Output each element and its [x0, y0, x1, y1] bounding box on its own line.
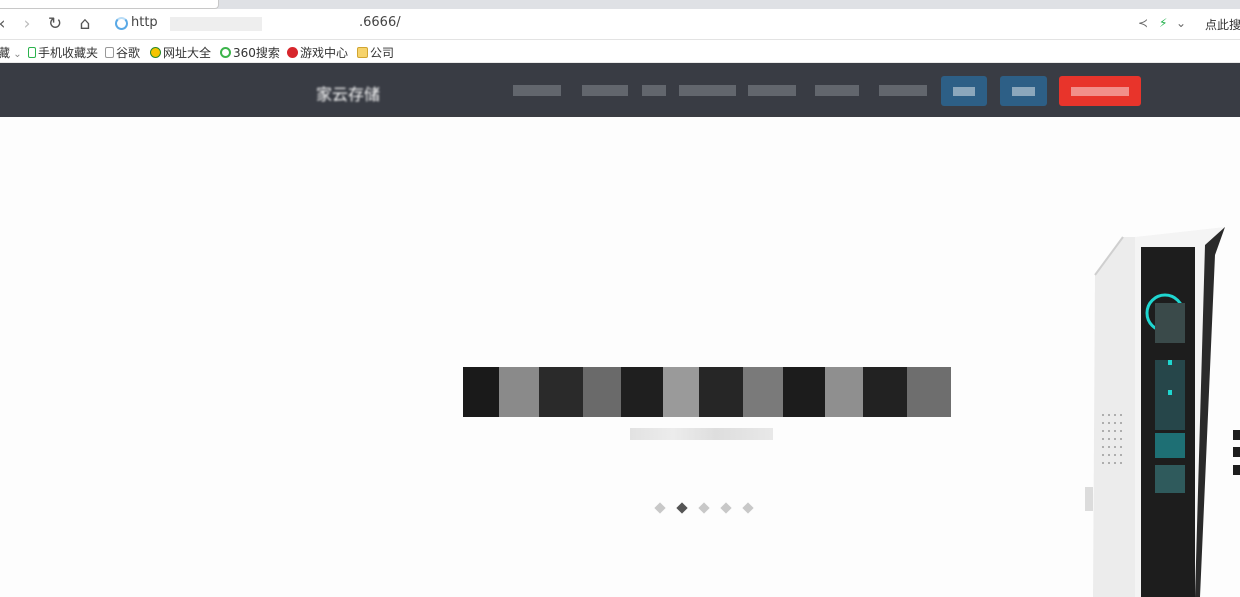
header-button-2[interactable] — [1000, 76, 1047, 106]
nav-item[interactable] — [879, 85, 927, 96]
site-icon — [150, 47, 161, 58]
search-hint[interactable]: 点此搜 — [1205, 16, 1240, 33]
bookmarks-bar: 藏 ⌄ 手机收藏夹 谷歌 网址大全 360搜索 游戏中心 公司 — [0, 40, 1240, 63]
nav-item[interactable] — [582, 85, 628, 96]
carousel-dot-active[interactable] — [676, 502, 688, 514]
home-icon[interactable]: ⌂ — [75, 14, 95, 34]
browser-tab[interactable] — [0, 0, 219, 9]
bookmark-item[interactable]: 手机收藏夹 — [28, 44, 98, 61]
header-button-primary[interactable] — [1059, 76, 1141, 106]
forward-icon[interactable]: › — [17, 14, 37, 34]
reload-icon[interactable]: ↻ — [45, 14, 65, 34]
device-side-panel — [1093, 237, 1135, 597]
address-suffix: .6666/ — [359, 15, 401, 30]
button-label — [953, 87, 975, 96]
carousel-dot[interactable] — [742, 502, 754, 514]
button-label — [1012, 87, 1035, 96]
nav-item[interactable] — [748, 85, 796, 96]
browser-toolbar: ‹ › ↻ ⌂ http .6666/ ≺ ⚡ ⌄ 点此搜 — [0, 9, 1240, 40]
bookmark-label: 360搜索 — [233, 46, 280, 60]
speed-mode-icon[interactable]: ⚡ — [1159, 16, 1167, 30]
site-info-icon[interactable] — [115, 17, 128, 30]
bookmark-item[interactable]: 公司 — [357, 44, 394, 61]
search-360-icon — [220, 47, 231, 58]
bookmark-item[interactable]: 游戏中心 — [287, 44, 348, 61]
address-prefix: http — [131, 15, 158, 30]
hero-subtitle — [630, 428, 773, 440]
storage-device-image — [1085, 227, 1240, 597]
back-icon[interactable]: ‹ — [0, 14, 12, 34]
tab-strip — [0, 0, 1240, 9]
bookmark-item[interactable]: 360搜索 — [220, 44, 280, 61]
folder-icon — [357, 47, 368, 58]
bookmark-label: 手机收藏夹 — [38, 46, 99, 60]
nav-item[interactable] — [679, 85, 736, 96]
game-icon — [287, 47, 298, 58]
site-header: 家云存储 — [0, 63, 1240, 117]
address-bar[interactable]: http .6666/ — [112, 13, 1122, 35]
hero-title — [463, 367, 951, 417]
nav-item[interactable] — [513, 85, 561, 96]
bookmark-item[interactable]: 网址大全 — [150, 44, 211, 61]
page-icon — [105, 47, 114, 58]
bookmark-label: 游戏中心 — [300, 46, 349, 60]
carousel-dot[interactable] — [720, 502, 732, 514]
bookmark-folder[interactable]: 藏 ⌄ — [0, 44, 22, 61]
hero-banner — [0, 117, 1240, 597]
nav-item[interactable] — [815, 85, 859, 96]
site-logo-text[interactable]: 家云存储 — [316, 81, 380, 105]
address-redacted — [170, 17, 262, 31]
bookmark-item[interactable]: 谷歌 — [105, 44, 140, 61]
nav-item[interactable] — [642, 85, 666, 96]
header-button-1[interactable] — [941, 76, 987, 106]
share-icon[interactable]: ≺ — [1138, 16, 1148, 30]
bookmark-label: 网址大全 — [163, 46, 212, 60]
button-label — [1071, 87, 1129, 96]
chevron-down-icon[interactable]: ⌄ — [1176, 16, 1186, 30]
bookmark-label: 藏 — [0, 46, 11, 60]
status-led-icon — [1168, 360, 1172, 365]
bookmark-label: 公司 — [370, 46, 395, 60]
site-logo[interactable] — [268, 77, 310, 101]
carousel-dot[interactable] — [698, 502, 710, 514]
bookmark-label: 谷歌 — [116, 46, 141, 60]
carousel-dot[interactable] — [654, 502, 666, 514]
phone-icon — [28, 47, 36, 58]
